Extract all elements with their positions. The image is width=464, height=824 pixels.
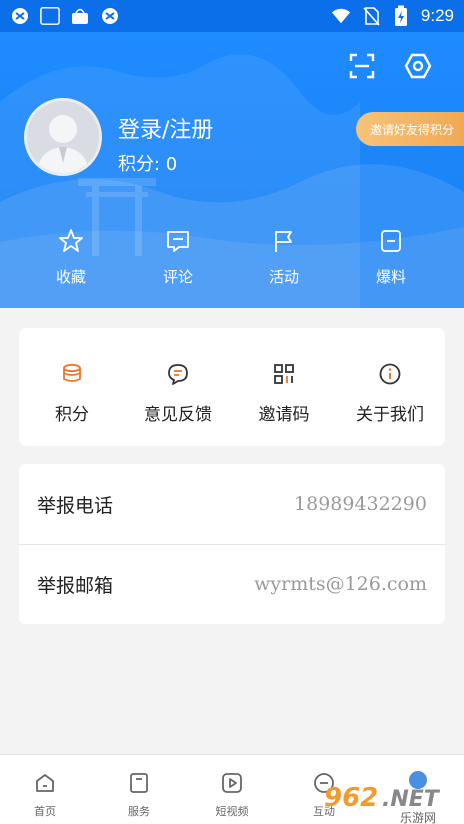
home-icon bbox=[36, 774, 54, 792]
comment-icon bbox=[167, 231, 189, 252]
scan-icon bbox=[349, 53, 375, 79]
feature-points[interactable]: 积分 bbox=[19, 362, 125, 425]
nav-label: 首页 bbox=[34, 805, 56, 818]
service-icon bbox=[130, 773, 148, 793]
clock: 9:29 bbox=[420, 6, 454, 25]
report-email-row[interactable]: 举报邮箱 wyrmts@126.com bbox=[19, 544, 445, 624]
row-value: wyrmts@126.com bbox=[254, 573, 427, 595]
scan-button[interactable] bbox=[348, 52, 376, 80]
nav-home[interactable]: 首页 bbox=[15, 771, 75, 819]
nav-label: 服务 bbox=[128, 805, 150, 818]
report-phone-row[interactable]: 举报电话 18989432290 bbox=[19, 464, 445, 544]
quick-label: 收藏 bbox=[55, 268, 86, 286]
qrcode-icon bbox=[274, 364, 294, 384]
quick-label: 评论 bbox=[162, 268, 193, 286]
svg-text:乐游网: 乐游网 bbox=[400, 811, 436, 824]
status-bar: 9:29 bbox=[0, 0, 464, 32]
feedback-icon bbox=[168, 364, 188, 385]
feature-label: 意见反馈 bbox=[144, 405, 212, 425]
quick-favorites[interactable]: 收藏 bbox=[36, 228, 106, 287]
nav-short-video[interactable]: 短视频 bbox=[202, 771, 262, 819]
quick-tips[interactable]: 爆料 bbox=[356, 228, 426, 287]
row-key: 举报邮箱 bbox=[37, 574, 114, 597]
feature-about-us[interactable]: 关于我们 bbox=[337, 362, 443, 425]
app-logo-icon bbox=[10, 6, 30, 26]
quick-comments[interactable]: 评论 bbox=[143, 228, 213, 287]
feature-label: 关于我们 bbox=[356, 405, 424, 425]
row-value: 18989432290 bbox=[294, 493, 427, 515]
video-icon bbox=[222, 773, 242, 793]
quick-activities[interactable]: 活动 bbox=[249, 228, 319, 287]
quick-label: 爆料 bbox=[375, 268, 406, 286]
no-sim-icon bbox=[361, 6, 381, 26]
document-icon bbox=[381, 230, 401, 252]
site-watermark: 962 .NET 乐游网 bbox=[320, 766, 464, 824]
battery-charging-icon bbox=[391, 5, 411, 26]
invite-friends-button[interactable]: 邀请好友得积分 bbox=[356, 112, 464, 146]
flag-icon bbox=[275, 231, 292, 252]
login-register-link[interactable]: 登录/注册 bbox=[118, 112, 213, 144]
profile-header: 登录/注册 积分: 0 邀请好友得积分 收藏 评论 活动 爆料 bbox=[0, 32, 464, 308]
feature-feedback[interactable]: 意见反馈 bbox=[125, 362, 231, 425]
watermark-logo: 962 .NET 乐游网 bbox=[324, 771, 441, 824]
bag-icon bbox=[70, 6, 90, 26]
game-center-icon bbox=[40, 6, 60, 26]
info-icon bbox=[379, 363, 401, 385]
contact-card: 举报电话 18989432290 举报邮箱 wyrmts@126.com bbox=[19, 464, 445, 624]
coins-icon bbox=[63, 363, 81, 382]
nav-label: 短视频 bbox=[215, 805, 249, 818]
settings-button[interactable] bbox=[404, 52, 432, 80]
default-avatar-icon bbox=[37, 115, 89, 173]
quick-label: 活动 bbox=[268, 268, 299, 286]
settings-icon bbox=[404, 53, 432, 79]
feature-label: 邀请码 bbox=[258, 405, 310, 425]
points-display: 积分: 0 bbox=[118, 154, 178, 175]
svg-text:.NET: .NET bbox=[382, 787, 441, 812]
avatar[interactable] bbox=[24, 98, 102, 176]
feature-invite-code[interactable]: 邀请码 bbox=[231, 362, 337, 425]
feature-card: 积分 意见反馈 邀请码 关于我们 bbox=[19, 328, 445, 446]
star-icon bbox=[59, 229, 83, 252]
svg-text:962: 962 bbox=[324, 783, 378, 813]
row-key: 举报电话 bbox=[37, 494, 114, 517]
nav-service[interactable]: 服务 bbox=[109, 771, 169, 819]
feature-label: 积分 bbox=[55, 405, 89, 425]
app-logo-icon bbox=[100, 6, 120, 26]
wifi-icon bbox=[331, 6, 351, 26]
